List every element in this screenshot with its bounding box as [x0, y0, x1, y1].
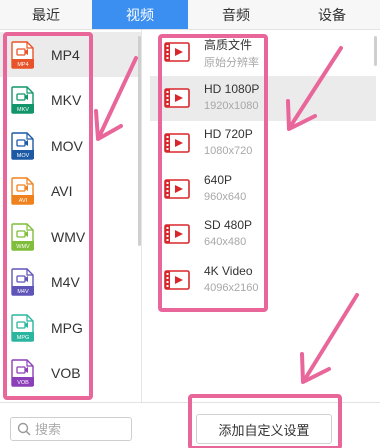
search-box: [10, 417, 132, 441]
format-tabs: 最近 视频 音频 设备: [0, 0, 380, 30]
format-item-avi[interactable]: AVI AVI: [0, 169, 141, 214]
format-item-vob[interactable]: VOB VOB: [0, 351, 141, 396]
file-icon: MKV: [11, 86, 34, 114]
preset-title: 640P: [204, 172, 233, 187]
preset-resolution: 640x480: [204, 236, 247, 248]
search-input[interactable]: [35, 421, 125, 437]
file-icon: AVI: [11, 177, 34, 205]
video-file-icon: [164, 133, 190, 153]
preset-item[interactable]: 高质文件 原始分辨率: [150, 30, 376, 75]
preset-resolution: 1920x1080: [204, 99, 259, 112]
tab-recent[interactable]: 最近: [0, 0, 92, 29]
format-name: VOB: [51, 365, 81, 381]
file-icon-label: MP4: [17, 62, 28, 68]
file-icon-label: AVI: [19, 198, 28, 204]
preset-title: HD 720P: [204, 127, 253, 141]
format-name: AVI: [51, 183, 73, 199]
file-icon: MPG: [11, 313, 34, 342]
video-file-icon: [164, 178, 190, 199]
preset-title: HD 1080P: [204, 81, 260, 96]
tab-video[interactable]: 视频: [92, 0, 188, 29]
format-name: MP4: [51, 46, 80, 63]
file-icon: VOB: [11, 359, 34, 387]
file-icon: MP4: [11, 40, 34, 69]
preset-item[interactable]: HD 1080P 1920x1080: [150, 75, 376, 121]
video-file-icon: [164, 224, 190, 244]
video-file-icon: [164, 87, 190, 108]
format-name: MKV: [51, 92, 82, 108]
preset-item[interactable]: 640P 960x640: [150, 167, 376, 212]
preset-resolution: 960x640: [204, 190, 247, 203]
format-item-mpg[interactable]: MPG MPG: [0, 305, 141, 350]
video-file-icon: [164, 269, 190, 290]
file-icon-label: M4V: [17, 289, 29, 295]
format-item-wmv[interactable]: WMV WMV: [0, 214, 141, 259]
file-icon-label: VOB: [17, 380, 29, 386]
preset-title: 4K Video: [204, 263, 253, 278]
preset-resolution: 1080x720: [204, 145, 253, 157]
preset-item[interactable]: SD 480P 640x480: [150, 212, 376, 257]
file-icon: MOV: [11, 131, 34, 160]
file-icon-label: MOV: [17, 153, 30, 159]
tab-device[interactable]: 设备: [284, 0, 380, 29]
add-custom-setting-button[interactable]: 添加自定义设置: [196, 414, 332, 444]
bottom-divider: [0, 402, 380, 403]
file-icon-label: MPG: [17, 335, 30, 341]
format-list-scrollbar[interactable]: [138, 36, 141, 246]
format-item-mp4[interactable]: MP4 MP4: [0, 32, 141, 77]
format-name: MPG: [51, 319, 83, 336]
preset-title: SD 480P: [204, 218, 253, 232]
preset-list-scrollbar[interactable]: [374, 36, 377, 66]
preset-list: 高质文件原始分辨率 HD 1080P 1920x1080 HD 720P 1080x72…: [150, 30, 380, 390]
format-name: WMV: [51, 228, 86, 245]
format-item-m4v[interactable]: M4V M4V: [0, 260, 141, 305]
preset-resolution: 原始分辨率: [204, 57, 259, 69]
preset-title: 高质文件: [204, 38, 253, 52]
format-name: MOV: [51, 137, 83, 154]
search-icon: [17, 422, 31, 436]
file-icon: WMV: [11, 222, 34, 251]
video-file-icon: [164, 42, 190, 62]
preset-item[interactable]: HD 720P 1080x720: [150, 121, 376, 166]
tab-audio[interactable]: 音频: [188, 0, 284, 29]
preset-item[interactable]: 4K Video 4096x2160: [150, 258, 376, 303]
format-item-mov[interactable]: MOV MOV: [0, 123, 141, 168]
format-list: MP4 MP4 MKV MKV MOV MOV AVI AVI WMV WMV M4V M4V MPG M…: [0, 30, 142, 402]
file-icon-label: MKV: [17, 107, 29, 113]
preset-resolution: 4096x2160: [204, 281, 259, 294]
format-name: M4V: [51, 274, 80, 290]
file-icon: M4V: [11, 268, 34, 296]
file-icon-label: WMV: [16, 244, 30, 250]
format-item-mkv[interactable]: MKV MKV: [0, 78, 141, 123]
